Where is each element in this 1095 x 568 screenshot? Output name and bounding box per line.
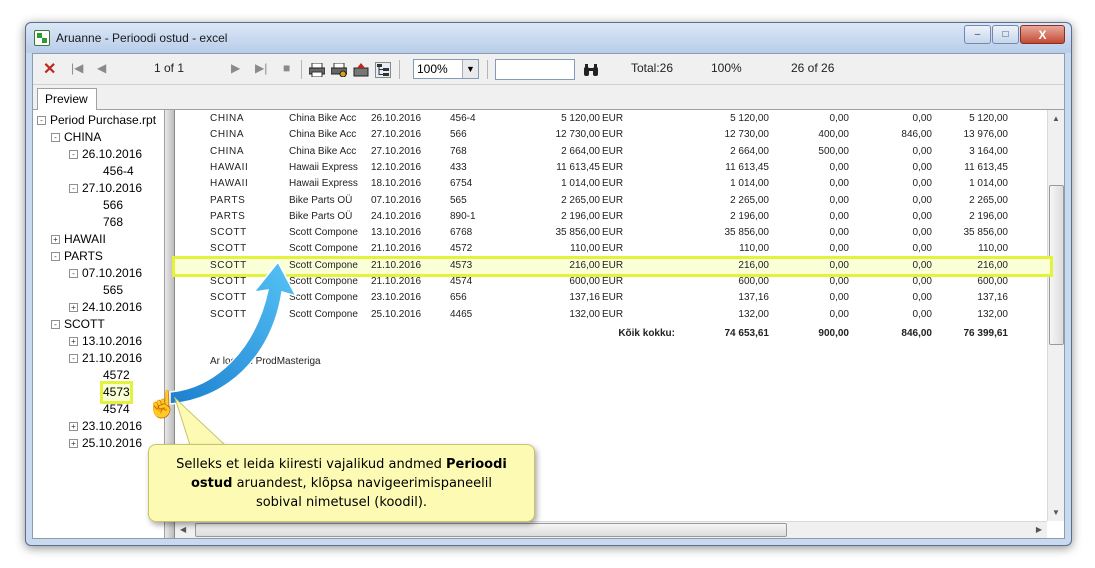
callout-tooltip: Selleks et leida kiiresti vajalikud andm…	[148, 444, 535, 522]
hand-pointer-icon: ☝	[146, 389, 179, 419]
callout-text-2: aruandest, klõpsa navigeerimispaneelil s…	[232, 476, 492, 510]
callout-text-1: Selleks et leida kiiresti vajalikud andm…	[176, 457, 446, 472]
